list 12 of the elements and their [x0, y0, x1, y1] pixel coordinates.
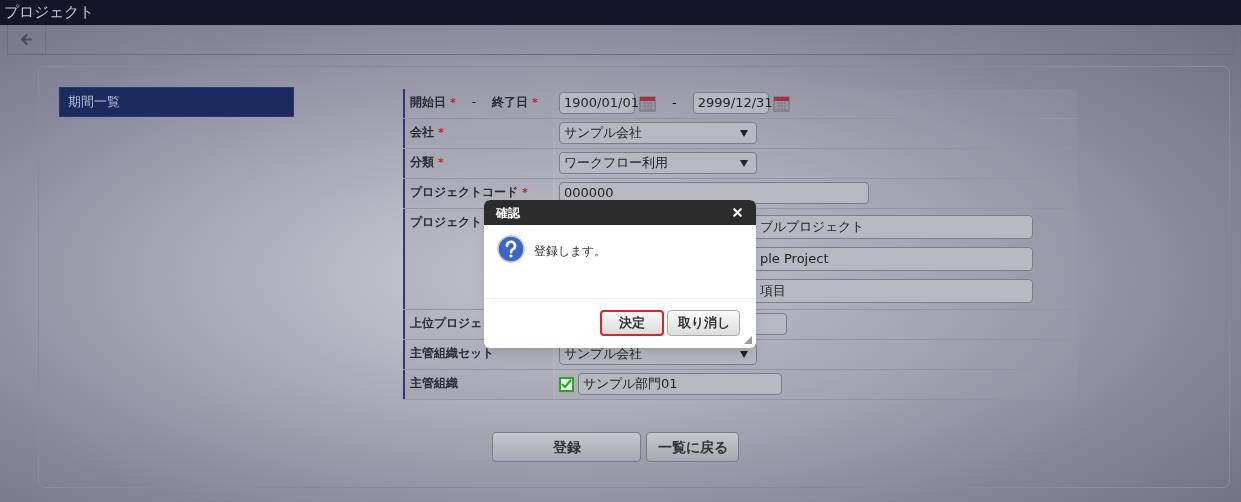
- field-label: 分類 *: [403, 149, 553, 178]
- required-mark: *: [522, 186, 528, 199]
- required-mark: *: [532, 96, 538, 109]
- required-mark: *: [450, 96, 456, 109]
- field-label: 開始日 * - 終了日 *: [403, 89, 553, 118]
- required-mark: *: [438, 156, 444, 169]
- field-label: 主管組織: [403, 370, 553, 399]
- range-separator: -: [672, 94, 677, 113]
- required-mark: *: [438, 126, 444, 139]
- window-title: プロジェクト: [4, 2, 94, 24]
- label-separator: -: [471, 95, 477, 109]
- field-label: 会社 *: [403, 119, 553, 148]
